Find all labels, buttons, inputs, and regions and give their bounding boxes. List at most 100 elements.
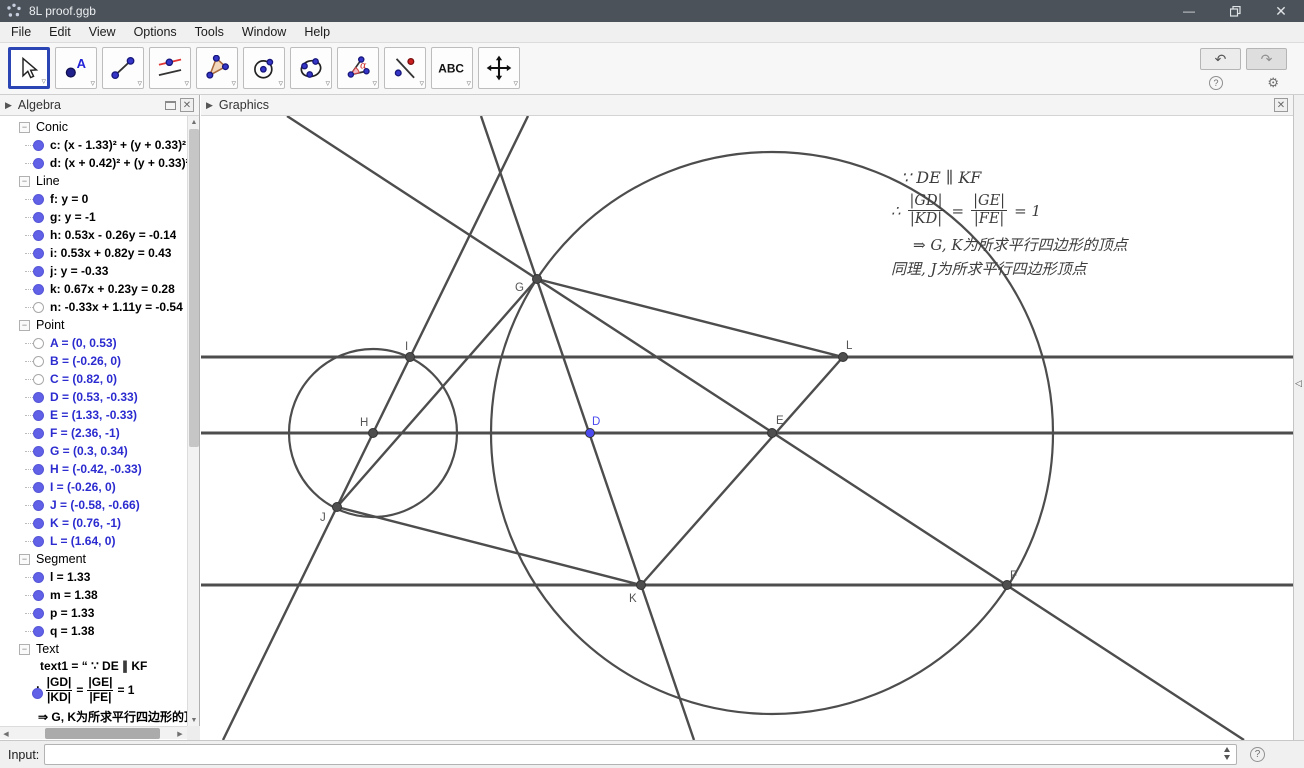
spinner-down-icon[interactable] xyxy=(1224,755,1230,760)
geo-segment-JK[interactable] xyxy=(336,505,642,587)
visibility-dot[interactable] xyxy=(33,283,44,295)
visibility-dot[interactable] xyxy=(33,373,44,385)
algebra-item-row[interactable]: n: -0.33x + 1.11y = -0.54 xyxy=(0,298,187,316)
algebra-section-line[interactable]: − Line xyxy=(0,172,187,190)
collapse-minus-icon[interactable]: − xyxy=(19,319,30,331)
algebra-item-row[interactable]: H = (-0.42, -0.33) xyxy=(0,460,187,478)
algebra-item-row[interactable]: g: y = -1 xyxy=(0,208,187,226)
scroll-down-icon[interactable]: ▼ xyxy=(188,714,200,726)
algebra-text1-row[interactable]: text1 = “ ∵ DE ∥ KF ∴ |GD||KD| = |GE||FE… xyxy=(28,659,187,725)
polygon-tool[interactable]: ▿ xyxy=(196,47,238,89)
visibility-dot[interactable] xyxy=(33,265,44,277)
algebra-item-row[interactable]: C = (0.82, 0) xyxy=(0,370,187,388)
visibility-dot[interactable] xyxy=(33,535,44,547)
help-icon[interactable]: ? xyxy=(1209,76,1223,90)
collapse-minus-icon[interactable]: − xyxy=(19,553,30,565)
input-spinner[interactable] xyxy=(1224,747,1230,760)
visibility-dot[interactable] xyxy=(33,409,44,421)
conic-tool[interactable]: ▿ xyxy=(290,47,332,89)
scroll-up-icon[interactable]: ▲ xyxy=(188,116,200,128)
spinner-up-icon[interactable] xyxy=(1224,747,1230,752)
algebra-item-row[interactable]: l = 1.33 xyxy=(0,568,187,586)
algebra-item-row[interactable]: K = (0.76, -1) xyxy=(0,514,187,532)
menu-options[interactable]: Options xyxy=(125,23,186,41)
geometry-svg[interactable]: G I L H D E J K F xyxy=(201,116,1293,740)
transform-tool[interactable]: ▿ xyxy=(384,47,426,89)
input-help-icon[interactable]: ? xyxy=(1250,747,1265,762)
geo-point-D[interactable] xyxy=(585,428,595,438)
algebra-item-row[interactable]: B = (-0.26, 0) xyxy=(0,352,187,370)
angle-tool[interactable]: α ▿ xyxy=(337,47,379,89)
geo-line-h[interactable] xyxy=(221,116,530,740)
point-tool[interactable]: A ▿ xyxy=(55,47,97,89)
scroll-right-icon[interactable]: ▶ xyxy=(174,727,186,740)
collapse-minus-icon[interactable]: − xyxy=(19,643,30,655)
collapse-arrow-icon[interactable]: ◁ xyxy=(1295,378,1302,389)
menu-edit[interactable]: Edit xyxy=(40,23,80,41)
undock-icon[interactable] xyxy=(165,100,176,110)
graphics-collapse-icon[interactable]: ▶ xyxy=(206,100,213,111)
input-field[interactable] xyxy=(44,744,1237,765)
visibility-dot[interactable] xyxy=(33,445,44,457)
algebra-item-row[interactable]: i: 0.53x + 0.82y = 0.43 xyxy=(0,244,187,262)
algebra-item-row[interactable]: m = 1.38 xyxy=(0,586,187,604)
menu-window[interactable]: Window xyxy=(233,23,295,41)
collapse-minus-icon[interactable]: − xyxy=(19,175,30,187)
visibility-dot[interactable] xyxy=(33,625,44,637)
algebra-vertical-scrollbar[interactable]: ▲ ▼ xyxy=(187,116,199,726)
algebra-item-row[interactable]: A = (0, 0.53) xyxy=(0,334,187,352)
algebra-item-row[interactable]: j: y = -0.33 xyxy=(0,262,187,280)
graphics-close-icon[interactable]: ✕ xyxy=(1274,98,1288,112)
move-tool[interactable]: ▿ xyxy=(8,47,50,89)
visibility-dot[interactable] xyxy=(33,193,44,205)
visibility-dot[interactable] xyxy=(33,571,44,583)
scroll-thumb[interactable] xyxy=(189,129,199,447)
menu-tools[interactable]: Tools xyxy=(186,23,233,41)
algebra-section-conic[interactable]: − Conic xyxy=(0,118,187,136)
visibility-dot[interactable] xyxy=(33,463,44,475)
geo-point-G[interactable] xyxy=(532,274,542,284)
geo-segment-GJ[interactable] xyxy=(336,278,538,508)
geo-point-K[interactable] xyxy=(636,580,646,590)
graphics-canvas[interactable]: G I L H D E J K F ∵ DE ∥ KF ∴ |GD| |KD| = |GE| |FE… xyxy=(201,116,1293,740)
circle-tool[interactable]: ▿ xyxy=(243,47,285,89)
visibility-dot[interactable] xyxy=(33,607,44,619)
visibility-dot[interactable] xyxy=(32,688,43,699)
algebra-close-icon[interactable]: ✕ xyxy=(180,98,194,112)
special-line-tool[interactable]: ▿ xyxy=(149,47,191,89)
algebra-section-point[interactable]: − Point xyxy=(0,316,187,334)
algebra-item-row[interactable]: c: (x - 1.33)² + (y + 0.33)² xyxy=(0,136,187,154)
algebra-item-row[interactable]: E = (1.33, -0.33) xyxy=(0,406,187,424)
algebra-item-row[interactable]: k: 0.67x + 0.23y = 0.28 xyxy=(0,280,187,298)
algebra-collapse-icon[interactable]: ▶ xyxy=(5,100,12,111)
algebra-item-row[interactable]: p = 1.33 xyxy=(0,604,187,622)
collapse-minus-icon[interactable]: − xyxy=(19,121,30,133)
algebra-item-row[interactable]: I = (-0.26, 0) xyxy=(0,478,187,496)
geo-point-J[interactable] xyxy=(332,502,342,512)
gear-icon[interactable]: ⚙ xyxy=(1267,76,1279,90)
visibility-dot[interactable] xyxy=(33,337,44,349)
visibility-dot[interactable] xyxy=(33,481,44,493)
line-tool[interactable]: ▿ xyxy=(102,47,144,89)
algebra-item-row[interactable]: f: y = 0 xyxy=(0,190,187,208)
geo-segment-KL[interactable] xyxy=(640,356,844,586)
visibility-dot[interactable] xyxy=(33,355,44,367)
algebra-item-row[interactable]: q = 1.38 xyxy=(0,622,187,640)
visibility-dot[interactable] xyxy=(33,229,44,241)
close-button[interactable]: ✕ xyxy=(1258,0,1304,22)
algebra-item-row[interactable]: J = (-0.58, -0.66) xyxy=(0,496,187,514)
geo-segment-GL[interactable] xyxy=(536,277,844,359)
minimize-button[interactable]: — xyxy=(1166,0,1212,22)
visibility-dot[interactable] xyxy=(32,157,44,169)
geo-point-I[interactable] xyxy=(405,352,415,362)
text-tool[interactable]: ABC ▿ xyxy=(431,47,473,89)
visibility-dot[interactable] xyxy=(33,517,44,529)
visibility-dot[interactable] xyxy=(33,211,44,223)
algebra-item-row[interactable]: D = (0.53, -0.33) xyxy=(0,388,187,406)
algebra-item-row[interactable]: G = (0.3, 0.34) xyxy=(0,442,187,460)
redo-button[interactable]: ↷ xyxy=(1246,48,1287,70)
move-graphics-tool[interactable]: ▿ xyxy=(478,47,520,89)
visibility-dot[interactable] xyxy=(33,247,44,259)
visibility-dot[interactable] xyxy=(33,589,44,601)
menu-file[interactable]: File xyxy=(2,23,40,41)
